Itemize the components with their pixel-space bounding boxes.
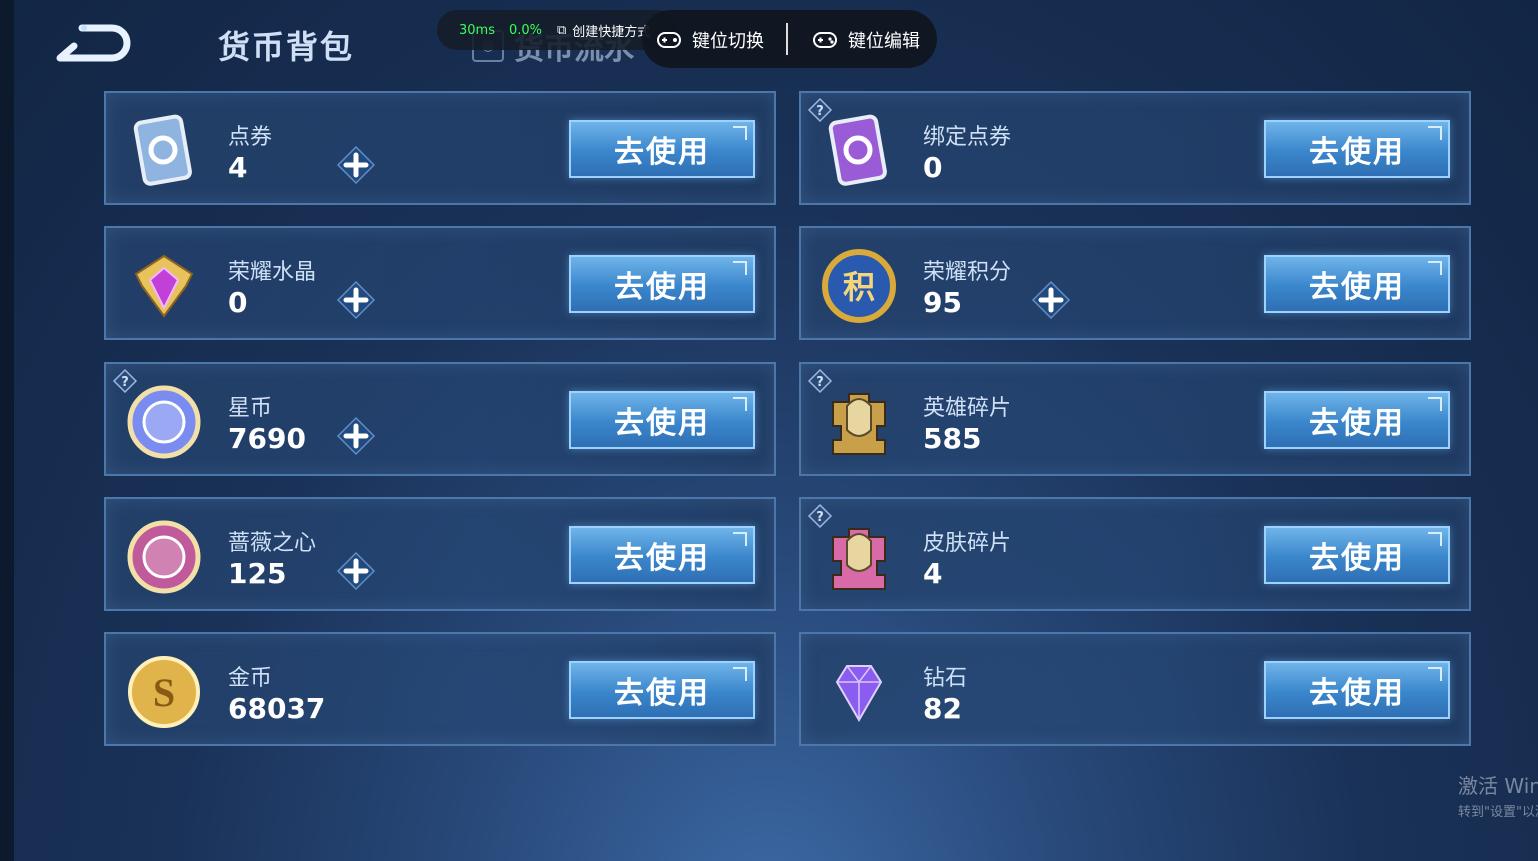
currency-amount: 95 xyxy=(923,286,962,319)
bound-coupon-icon xyxy=(828,114,887,186)
skin-fragment-icon xyxy=(832,528,886,590)
rose-heart-icon xyxy=(127,520,201,594)
diamond-icon xyxy=(835,665,883,722)
gamepad-switch-icon xyxy=(657,32,681,48)
key-switch-button[interactable]: 键位切换 xyxy=(656,27,764,53)
add-currency-icon[interactable] xyxy=(336,551,376,591)
currency-name: 荣耀水晶 xyxy=(228,260,317,285)
overlay-stats: 30ms 0.0% ⧉ 创建快捷方式 xyxy=(437,10,677,50)
left-edge-strip xyxy=(0,0,14,861)
currency-amount: 68037 xyxy=(228,692,326,725)
currency-card: 积 荣耀积分 95 去使用 xyxy=(799,226,1471,340)
currency-amount: 4 xyxy=(228,151,248,184)
currency-name: 钻石 xyxy=(923,666,968,691)
back-button[interactable] xyxy=(52,22,134,64)
currency-name: 绑定点券 xyxy=(923,125,1012,150)
currency-name: 星币 xyxy=(228,396,273,421)
currency-card: S 金币 68037 去使用 xyxy=(104,632,776,746)
currency-name: 荣耀积分 xyxy=(923,260,1012,285)
glory-points-icon: 积 xyxy=(822,249,896,323)
currency-card: ? 英雄碎片 585 去使用 xyxy=(799,362,1471,476)
currency-card: 蔷薇之心 125 去使用 xyxy=(104,497,776,611)
currency-card: ? 绑定点券 0 去使用 xyxy=(799,91,1471,205)
activation-watermark: 激活 Windows 转到"设置"以激活 Windows。 xyxy=(1458,770,1538,820)
key-switch-label: 键位切换 xyxy=(692,31,764,52)
watermark-line2: 转到"设置"以激活 Windows。 xyxy=(1458,805,1538,820)
hero-fragment-icon xyxy=(832,393,886,455)
currency-amount: 4 xyxy=(923,557,943,590)
svg-text:积: 积 xyxy=(843,268,875,306)
key-edit-button[interactable]: 键位编辑 xyxy=(812,27,920,53)
currency-card: 点券 4 去使用 xyxy=(104,91,776,205)
use-button[interactable]: 去使用 xyxy=(569,120,755,178)
currency-name: 皮肤碎片 xyxy=(923,531,1012,556)
use-button[interactable]: 去使用 xyxy=(1264,391,1450,449)
currency-name: 蔷薇之心 xyxy=(228,531,317,556)
currency-amount: 82 xyxy=(923,692,962,725)
key-edit-label: 键位编辑 xyxy=(848,31,920,52)
currency-amount: 125 xyxy=(228,557,287,590)
use-button[interactable]: 去使用 xyxy=(1264,526,1450,584)
page-title: 货币背包 xyxy=(218,28,355,66)
overlay-divider xyxy=(786,23,788,55)
use-button[interactable]: 去使用 xyxy=(569,661,755,719)
currency-amount: 0 xyxy=(923,151,943,184)
coupon-icon xyxy=(133,114,192,186)
currency-name: 金币 xyxy=(228,666,273,691)
create-shortcut-button[interactable]: ⧉ 创建快捷方式 xyxy=(557,21,650,40)
use-button[interactable]: 去使用 xyxy=(569,391,755,449)
add-currency-icon[interactable] xyxy=(1031,280,1071,320)
shortcut-label: 创建快捷方式 xyxy=(572,25,651,40)
use-button[interactable]: 去使用 xyxy=(1264,661,1450,719)
use-button[interactable]: 去使用 xyxy=(569,526,755,584)
currency-card: ? 皮肤碎片 4 去使用 xyxy=(799,497,1471,611)
add-currency-icon[interactable] xyxy=(336,145,376,185)
currency-name: 英雄碎片 xyxy=(923,396,1012,421)
currency-amount: 0 xyxy=(228,286,248,319)
overlay-key-menu: 键位切换 键位编辑 xyxy=(642,10,937,68)
currency-card: ? 星币 7690 去使用 xyxy=(104,362,776,476)
use-button[interactable]: 去使用 xyxy=(569,255,755,313)
currency-card: 荣耀水晶 0 去使用 xyxy=(104,226,776,340)
star-coin-icon xyxy=(127,385,201,459)
gamepad-edit-icon xyxy=(813,32,837,48)
currency-name: 点券 xyxy=(228,125,273,150)
add-currency-icon[interactable] xyxy=(336,416,376,456)
svg-text:S: S xyxy=(153,670,175,715)
back-arrow-icon xyxy=(56,24,131,62)
latency-readout: 30ms xyxy=(459,23,495,38)
glory-crystal-icon xyxy=(134,254,194,318)
emulator-overlay: 30ms 0.0% ⧉ 创建快捷方式 键位切换 键位编辑 xyxy=(437,10,937,68)
use-button[interactable]: 去使用 xyxy=(1264,255,1450,313)
use-button[interactable]: 去使用 xyxy=(1264,120,1450,178)
cpu-readout: 0.0% xyxy=(509,23,543,38)
watermark-line1: 激活 Windows xyxy=(1458,774,1538,798)
currency-card: 钻石 82 去使用 xyxy=(799,632,1471,746)
shortcut-icon: ⧉ xyxy=(557,23,567,38)
currency-amount: 7690 xyxy=(228,422,306,455)
currency-amount: 585 xyxy=(923,422,982,455)
add-currency-icon[interactable] xyxy=(336,280,376,320)
gold-coin-icon: S xyxy=(128,656,200,728)
